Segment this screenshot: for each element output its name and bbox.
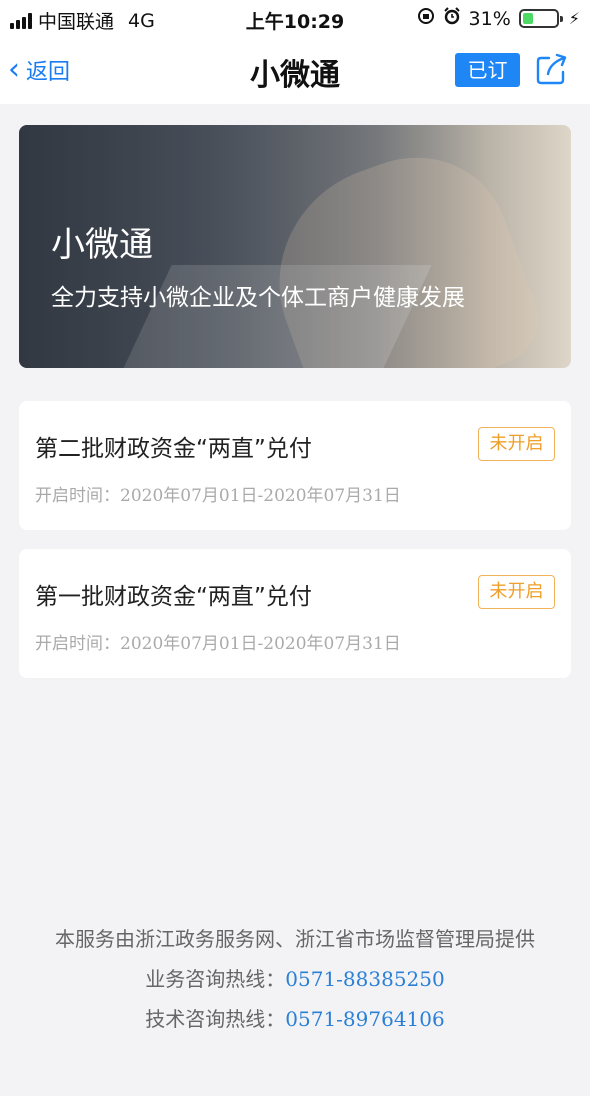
hero-banner: 小微通 全力支持小微企业及个体工商户健康发展 (19, 125, 571, 368)
business-hotline-label: 业务咨询热线： (145, 967, 286, 991)
battery-fill (522, 13, 533, 24)
status-badge: 未开启 (478, 575, 555, 609)
battery-percent: 31% (468, 7, 511, 30)
list-item[interactable]: 第一批财政资金“两直”兑付 未开启 开启时间：2020年07月01日-2020年… (19, 549, 571, 678)
orientation-lock-icon (417, 7, 435, 30)
subscribed-button[interactable]: 已订 (455, 53, 520, 87)
provider-text: 本服务由浙江政务服务网、浙江省市场监督管理局提供 (55, 927, 535, 951)
business-hotline: 业务咨询热线：0571-88385250 (0, 963, 590, 1003)
list-item[interactable]: 第二批财政资金“两直”兑付 未开启 开启时间：2020年07月01日-2020年… (19, 401, 571, 530)
status-right: 31% ⚡ (417, 7, 580, 30)
battery-icon (518, 9, 563, 28)
footer: 本服务由浙江政务服务网、浙江省市场监督管理局提供 业务咨询热线：0571-883… (0, 923, 590, 1043)
banner-subtitle: 全力支持小微企业及个体工商户健康发展 (51, 285, 465, 311)
item-open-time: 开启时间：2020年07月01日-2020年07月31日 (35, 634, 401, 654)
status-bar: 中国联通 4G 上午10:29 31% ⚡ (0, 0, 590, 36)
tech-hotline-label: 技术咨询热线： (145, 1007, 286, 1031)
banner-title: 小微通 (51, 225, 153, 265)
share-icon (536, 53, 567, 85)
item-title: 第一批财政资金“两直”兑付 (35, 584, 312, 610)
charging-icon: ⚡ (568, 9, 580, 28)
tech-hotline: 技术咨询热线：0571-89764106 (0, 1003, 590, 1043)
status-badge: 未开启 (478, 427, 555, 461)
item-title: 第二批财政资金“两直”兑付 (35, 436, 312, 462)
alarm-icon (443, 7, 461, 30)
share-button[interactable] (535, 52, 569, 86)
item-open-time: 开启时间：2020年07月01日-2020年07月31日 (35, 486, 401, 506)
nav-bar: ‹ 返回 小微通 已订 (0, 36, 590, 104)
business-phone-link[interactable]: 0571-88385250 (285, 967, 444, 991)
tech-phone-link[interactable]: 0571-89764106 (285, 1007, 444, 1031)
